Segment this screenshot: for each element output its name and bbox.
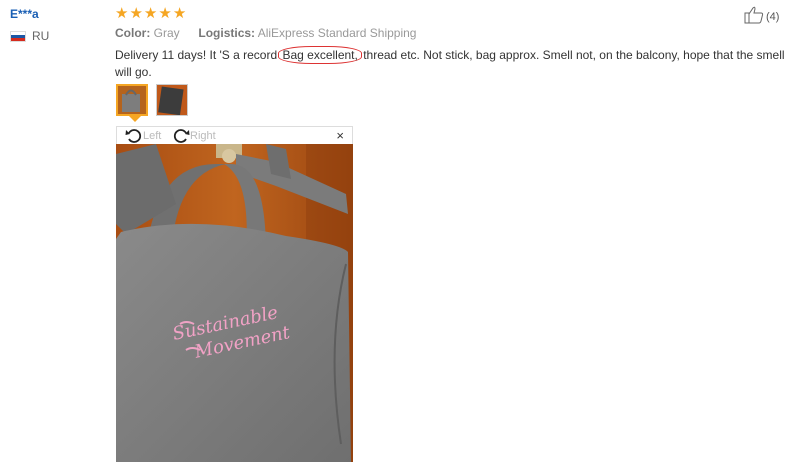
star-icon: ★ — [158, 5, 172, 22]
photo-thumbnail-2[interactable] — [156, 84, 188, 116]
thumbs-up-icon — [744, 6, 764, 27]
review-text: Delivery 11 days! It 'S a record Bag exc… — [115, 46, 785, 80]
photo-thumbnails — [116, 84, 188, 116]
reviewer-country: RU — [10, 29, 49, 43]
star-icon: ★ — [129, 5, 143, 22]
rotate-right-label: Right — [190, 130, 216, 142]
close-icon[interactable]: × — [336, 128, 344, 143]
rotate-left-button[interactable]: Left — [125, 128, 161, 144]
order-meta: Color: Gray Logistics: AliExpress Standa… — [115, 26, 416, 40]
rotate-right-button[interactable]: Right — [172, 128, 216, 144]
photo-thumbnail-1[interactable] — [116, 84, 148, 116]
rotate-left-icon — [125, 129, 142, 143]
rotate-right-icon — [173, 129, 190, 143]
review-highlight: Bag excellent, — [278, 46, 362, 64]
logistics-label: Logistics: — [198, 26, 256, 40]
star-icon: ★ — [172, 5, 187, 22]
rotate-left-label: Left — [143, 130, 162, 142]
color-value: Gray — [153, 26, 180, 40]
star-icon: ★ — [143, 5, 158, 22]
review-text-start: Delivery 11 days! It 'S a record — [115, 48, 281, 62]
photo-viewer-toolbar: Left Right × — [116, 126, 353, 144]
helpful-count: (4) — [766, 10, 780, 23]
star-rating: ★ ★ ★ ★ ★ — [115, 6, 186, 21]
review-photo: Sustainable Movement — [116, 144, 353, 462]
logistics-value: AliExpress Standard Shipping — [257, 26, 417, 40]
helpful-button[interactable]: (4) — [744, 6, 779, 27]
thumbnail-pointer — [129, 116, 141, 122]
reviewer-name: E***a — [10, 7, 39, 21]
russia-flag-icon — [10, 30, 26, 42]
color-label: Color: — [115, 26, 151, 40]
star-icon: ★ — [115, 5, 129, 22]
country-code: RU — [32, 29, 50, 43]
